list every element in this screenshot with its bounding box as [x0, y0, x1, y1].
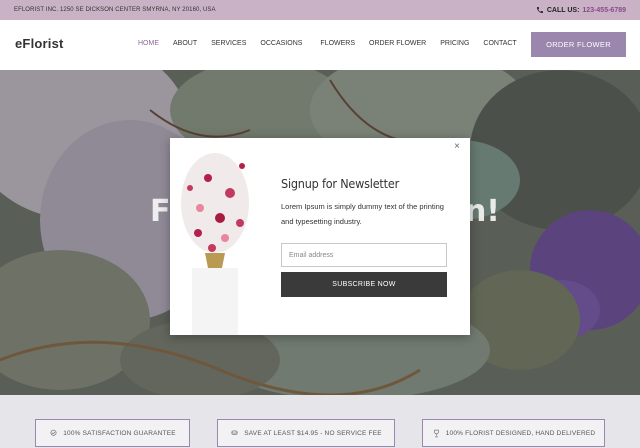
top-info-bar: EFLORIST INC. 1250 SE DICKSON CENTER SMY… — [0, 0, 640, 20]
subscribe-button[interactable]: SUBSCRIBE NOW — [281, 272, 447, 297]
feature-save: SAVE AT LEAST $14.95 - NO SERVICE FEE — [217, 419, 395, 447]
features-strip: 100% SATISFACTION GUARANTEE SAVE AT LEAS… — [0, 395, 640, 448]
nav-occasions[interactable]: OCCASIONS — [260, 40, 302, 47]
nav-about[interactable]: ABOUT — [173, 40, 197, 47]
call-us[interactable]: CALL US: 123-455-6789 — [536, 6, 626, 14]
hero-heading-start: F — [150, 194, 171, 229]
call-label: CALL US: — [546, 6, 580, 14]
nav-contact[interactable]: CONTACT — [483, 40, 516, 47]
badge-icon — [50, 429, 57, 436]
address-text: EFLORIST INC. 1250 SE DICKSON CENTER SMY… — [14, 7, 216, 13]
close-icon[interactable]: × — [454, 141, 460, 152]
nav-order-flower[interactable]: ORDER FLOWER — [369, 40, 426, 47]
nav-services[interactable]: SERVICES — [211, 40, 246, 47]
nav-flowers[interactable]: FLOWERS — [320, 40, 355, 47]
phone-number[interactable]: 123-455-6789 — [582, 7, 626, 14]
site-logo[interactable]: eFlorist — [15, 36, 64, 51]
hero-heading-end: n! — [464, 194, 500, 229]
main-navbar: eFlorist HOME ABOUT SERVICES OCCASIONS F… — [0, 20, 640, 70]
trophy-icon — [433, 429, 439, 437]
coins-icon — [231, 430, 238, 435]
feature-florist: 100% FLORIST DESIGNED, HAND DELIVERED — [422, 419, 605, 447]
email-field[interactable]: Email address — [281, 243, 447, 267]
feature-label: SAVE AT LEAST $14.95 - NO SERVICE FEE — [244, 429, 382, 437]
newsletter-title: Signup for Newsletter — [281, 176, 399, 191]
feature-label: 100% SATISFACTION GUARANTEE — [63, 429, 176, 437]
feature-satisfaction: 100% SATISFACTION GUARANTEE — [35, 419, 190, 447]
nav-home[interactable]: HOME — [138, 40, 159, 47]
phone-icon — [536, 7, 543, 13]
order-flower-button[interactable]: ORDER FLOWER — [531, 32, 626, 57]
main-menu: HOME ABOUT SERVICES OCCASIONS FLOWERS OR… — [138, 40, 531, 47]
newsletter-modal: × Signup for Newsletter Lorem Ipsum is s… — [170, 138, 470, 335]
bouquet-image — [170, 138, 275, 335]
nav-pricing[interactable]: PRICING — [440, 40, 469, 47]
feature-label: 100% FLORIST DESIGNED, HAND DELIVERED — [445, 429, 596, 437]
newsletter-description: Lorem Ipsum is simply dummy text of the … — [281, 202, 444, 226]
